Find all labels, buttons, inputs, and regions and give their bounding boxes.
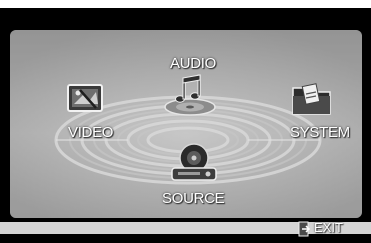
exit-icon — [298, 221, 311, 237]
menu-panel: AUDIO VIDEO SYSTEM SOURCE — [10, 30, 362, 218]
menu-item-video[interactable]: VIDEO — [62, 82, 122, 148]
music-notes-disc-icon — [164, 74, 216, 116]
car-head-unit-main-menu: AUDIO VIDEO SYSTEM SOURCE EXIT — [0, 0, 371, 243]
exit-label: EXIT — [314, 220, 343, 235]
video-label: VIDEO — [68, 124, 114, 141]
disc-player-icon — [171, 143, 217, 181]
system-label: SYSTEM — [290, 124, 350, 141]
audio-label: AUDIO — [170, 55, 217, 72]
folder-settings-icon — [292, 83, 331, 115]
video-monitor-icon — [67, 84, 103, 112]
menu-item-audio[interactable]: AUDIO — [160, 52, 220, 128]
menu-item-system[interactable]: SYSTEM — [278, 80, 356, 150]
top-strip — [0, 0, 371, 8]
exit-button[interactable]: EXIT — [296, 220, 356, 238]
source-label: SOURCE — [162, 190, 225, 207]
menu-item-source[interactable]: SOURCE — [158, 142, 234, 218]
